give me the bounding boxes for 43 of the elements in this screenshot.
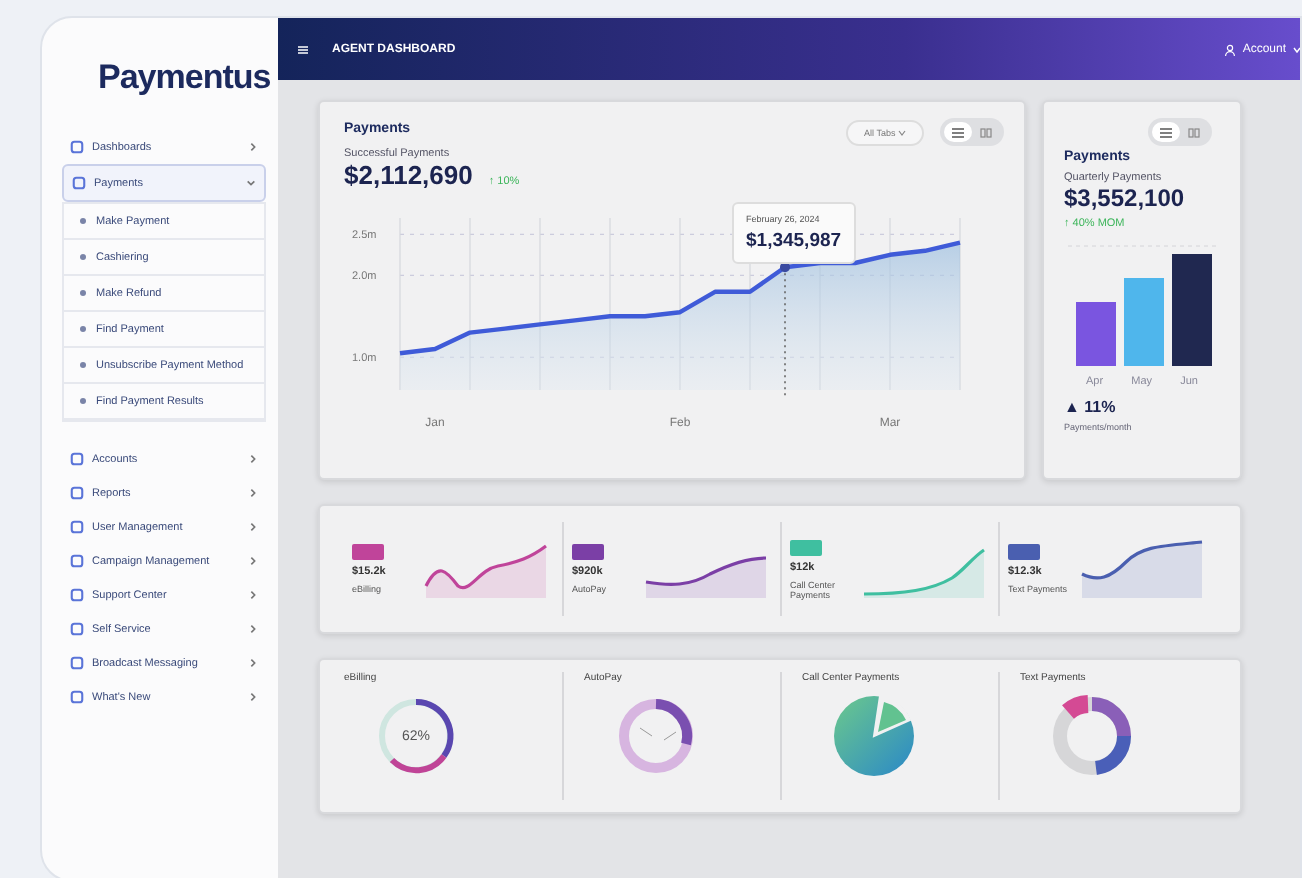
- ring-chart-drawing: [379, 699, 454, 774]
- chevron-icon: [248, 590, 258, 600]
- chevron-icon: [248, 142, 258, 152]
- menu-item-icon: [70, 520, 84, 534]
- chevron-icon: [248, 692, 258, 702]
- growth-value: ▲ 11%: [1064, 398, 1118, 416]
- brand-logo: Paymentus: [98, 58, 266, 98]
- caret-icon: [898, 129, 906, 135]
- bar: [1124, 278, 1164, 366]
- chevron-icon: [246, 178, 256, 188]
- payments-amount: $2,112,690: [344, 160, 473, 190]
- bar: [1172, 254, 1212, 366]
- menu-item-icon: [70, 622, 84, 636]
- menu-item-icon: [70, 554, 84, 568]
- menu-item-icon: [70, 486, 84, 500]
- chevron-icon: [248, 658, 258, 668]
- sparkline-drawing: [1080, 539, 1204, 599]
- donut-chart-drawing: [619, 699, 693, 773]
- chevron-icon: [248, 454, 258, 464]
- menu-item-icon: [70, 690, 84, 704]
- bar: [1076, 302, 1116, 366]
- pie-chart-drawing: [834, 695, 914, 776]
- menu-icon[interactable]: [298, 45, 308, 53]
- sparkline-drawing: [424, 539, 548, 599]
- chevron-icon: [248, 624, 258, 634]
- list-view-button[interactable]: [1152, 122, 1180, 142]
- tooltip-amount: $1,345,987: [746, 230, 842, 252]
- chevron-icon: [248, 488, 258, 498]
- chevron-icon: [248, 556, 258, 566]
- chevron-icon: [248, 522, 258, 532]
- list-icon: [952, 127, 964, 137]
- grid-icon: [1188, 127, 1200, 137]
- list-view-button[interactable]: [944, 122, 972, 142]
- user-icon: [1224, 43, 1237, 55]
- list-icon: [1160, 127, 1172, 137]
- menu-item-icon: [70, 656, 84, 670]
- menu-item-icon: [70, 452, 84, 466]
- quarterly-amount: $3,552,100: [1064, 184, 1187, 212]
- donut-chart-drawing: [1053, 695, 1131, 775]
- menu-item-icon: [70, 140, 84, 154]
- menu-item-icon: [70, 588, 84, 602]
- menu-item-icon: [72, 176, 86, 190]
- grid-icon: [980, 127, 992, 137]
